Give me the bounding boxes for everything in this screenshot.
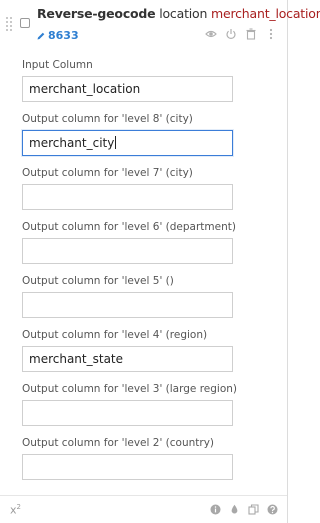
level-4-label: Output column for 'level 4' (region) bbox=[22, 329, 208, 341]
level-4-value: merchant_state bbox=[29, 352, 124, 366]
level-8-field[interactable]: merchant_city bbox=[22, 130, 233, 156]
level-4-field[interactable]: merchant_state bbox=[22, 346, 233, 372]
power-icon[interactable] bbox=[225, 28, 237, 40]
step-footer: x2 bbox=[0, 495, 287, 523]
level-6-label: Output column for 'level 6' (department) bbox=[22, 221, 236, 233]
step-actions bbox=[205, 28, 277, 40]
level-7-label: Output column for 'level 7' (city) bbox=[22, 167, 193, 179]
trash-icon[interactable] bbox=[245, 28, 257, 40]
text-caret bbox=[115, 136, 117, 149]
processor-step-panel: Reverse-geocode location merchant_locati… bbox=[0, 0, 320, 523]
level-8-value: merchant_city bbox=[29, 136, 115, 150]
step-title: Reverse-geocode location merchant_locati… bbox=[37, 6, 320, 21]
drag-handle-icon[interactable] bbox=[6, 17, 14, 31]
level-2-field[interactable] bbox=[22, 454, 233, 480]
step-header: Reverse-geocode location merchant_locati… bbox=[0, 0, 320, 50]
eye-icon[interactable] bbox=[205, 28, 217, 40]
step-title-column: merchant_location bbox=[210, 6, 320, 21]
footer-actions bbox=[210, 504, 278, 515]
level-6-field[interactable] bbox=[22, 238, 233, 264]
step-count-value: 8633 bbox=[48, 29, 79, 42]
info-icon[interactable] bbox=[210, 504, 221, 515]
step-checkbox[interactable] bbox=[20, 18, 30, 28]
input-column-field[interactable]: merchant_location bbox=[22, 76, 233, 102]
formula-icon[interactable]: x2 bbox=[10, 503, 21, 517]
input-column-value: merchant_location bbox=[29, 82, 141, 96]
level-5-label: Output column for 'level 5' () bbox=[22, 275, 174, 287]
level-5-field[interactable] bbox=[22, 292, 233, 318]
level-7-field[interactable] bbox=[22, 184, 233, 210]
step-count[interactable]: 8633 bbox=[36, 29, 79, 42]
level-8-label: Output column for 'level 8' (city) bbox=[22, 113, 193, 125]
drop-icon[interactable] bbox=[229, 504, 240, 515]
step-title-connector: location bbox=[155, 6, 211, 21]
level-3-field[interactable] bbox=[22, 400, 233, 426]
input-column-label: Input Column bbox=[22, 59, 93, 71]
copy-icon[interactable] bbox=[248, 504, 259, 515]
more-icon[interactable] bbox=[265, 28, 277, 40]
help-icon[interactable] bbox=[267, 504, 278, 515]
step-title-processor: Reverse-geocode bbox=[37, 6, 156, 21]
formula-exponent: 2 bbox=[16, 503, 21, 511]
pencil-icon bbox=[37, 32, 45, 39]
level-3-label: Output column for 'level 3' (large regio… bbox=[22, 383, 238, 395]
level-2-label: Output column for 'level 2' (country) bbox=[22, 437, 215, 449]
